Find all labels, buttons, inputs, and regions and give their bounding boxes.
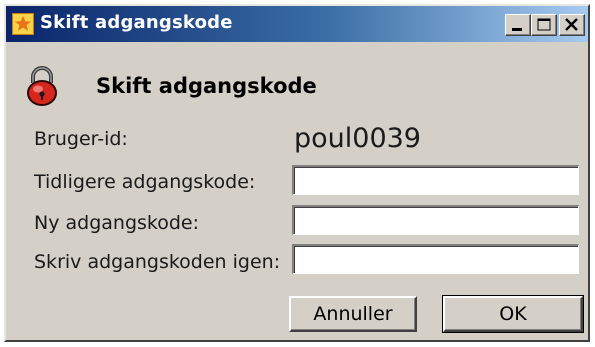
old-password-field[interactable] xyxy=(292,165,579,195)
window-title: Skift adgangskode xyxy=(40,12,233,33)
title-bar[interactable]: Skift adgangskode xyxy=(6,6,588,42)
app-icon xyxy=(12,13,34,35)
close-button[interactable] xyxy=(559,14,585,36)
cancel-button[interactable]: Annuller xyxy=(289,296,417,332)
userid-label: Bruger-id: xyxy=(34,128,128,150)
confirm-password-label: Skriv adgangskoden igen: xyxy=(34,251,281,273)
userid-value: poul0039 xyxy=(294,123,421,154)
ok-button[interactable]: OK xyxy=(442,295,584,333)
minimize-icon xyxy=(512,28,522,31)
close-icon xyxy=(565,18,578,31)
maximize-icon xyxy=(537,18,551,31)
change-password-dialog: Skift adgangskode Skift adgangskode Brug… xyxy=(4,4,590,342)
minimize-button[interactable] xyxy=(505,14,531,36)
dialog-heading: Skift adgangskode xyxy=(96,74,317,98)
new-password-label: Ny adgangskode: xyxy=(34,212,200,234)
new-password-field[interactable] xyxy=(292,205,579,235)
old-password-label: Tidligere adgangskode: xyxy=(34,171,256,193)
maximize-button[interactable] xyxy=(531,14,557,36)
confirm-password-field[interactable] xyxy=(292,244,579,274)
padlock-icon xyxy=(24,66,60,106)
